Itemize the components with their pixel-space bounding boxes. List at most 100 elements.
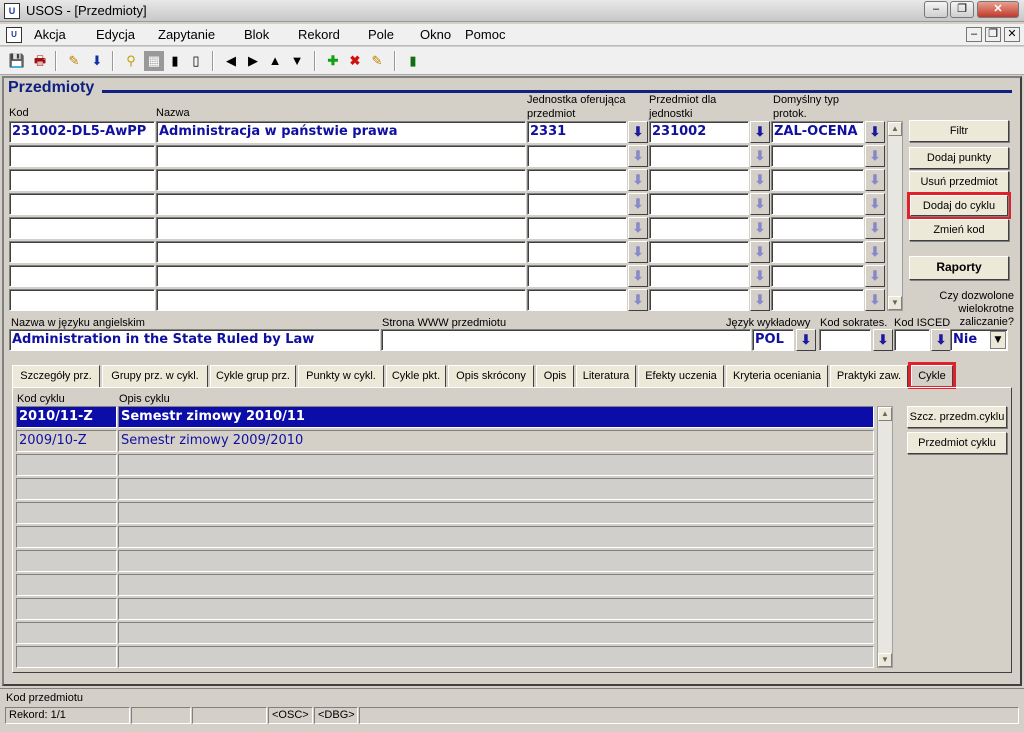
cycle-code-cell[interactable]: [16, 454, 117, 476]
cycle-code-cell[interactable]: [16, 622, 117, 644]
dodaj-do-cyklu-button[interactable]: Dodaj do cyklu: [910, 195, 1008, 216]
cycle-description-cell[interactable]: Semestr zimowy 2009/2010: [118, 430, 874, 452]
kod-field[interactable]: 231002-DL5-AwPP: [9, 121, 155, 143]
cycle-code-cell[interactable]: [16, 502, 117, 524]
block-scrollbar[interactable]: ▲ ▼: [887, 121, 903, 311]
przedmiot-dla-field[interactable]: 231002: [649, 121, 749, 143]
kod-field[interactable]: [9, 193, 155, 215]
lov-arrow-icon[interactable]: ⬇: [628, 217, 648, 239]
cycle-description-cell[interactable]: [118, 454, 874, 476]
insert-record-icon[interactable]: ✚: [323, 51, 343, 71]
cycle-description-cell[interactable]: Semestr zimowy 2010/11: [118, 406, 874, 428]
cycle-code-cell[interactable]: [16, 646, 117, 668]
strona-www-field[interactable]: [381, 329, 751, 351]
cycle-description-cell[interactable]: [118, 502, 874, 524]
tab-praktyki[interactable]: Praktyki zaw.: [830, 365, 908, 387]
jednostka-field[interactable]: [527, 217, 627, 239]
domyslny-lov-icon[interactable]: ⬇: [865, 121, 885, 143]
nazwa-ang-field[interactable]: Administration in the State Ruled by Law: [9, 329, 380, 351]
zmien-kod-button[interactable]: Zmień kod: [909, 219, 1009, 241]
lov-arrow-icon[interactable]: ⬇: [750, 265, 770, 287]
enter-query-icon[interactable]: ⚲: [121, 51, 141, 71]
menu-rekord[interactable]: Rekord: [298, 27, 340, 42]
delete-record-icon[interactable]: ✖: [345, 51, 365, 71]
cycle-description-cell[interactable]: [118, 526, 874, 548]
mdi-minimize-button[interactable]: –: [966, 27, 982, 42]
kod-field[interactable]: [9, 241, 155, 263]
tab-cykle-pkt[interactable]: Cykle pkt.: [386, 365, 446, 387]
lov-arrow-icon[interactable]: ⬇: [750, 217, 770, 239]
maximize-button[interactable]: ❐: [950, 1, 974, 18]
domyslny-field[interactable]: [771, 145, 864, 167]
cycle-code-cell[interactable]: [16, 478, 117, 500]
kod-field[interactable]: [9, 217, 155, 239]
previous-block-icon[interactable]: ▲: [265, 51, 285, 71]
przedmiot-cyklu-button[interactable]: Przedmiot cyklu: [907, 432, 1007, 454]
usun-przedmiot-button[interactable]: Usuń przedmiot: [909, 171, 1009, 193]
menu-zapytanie[interactable]: Zapytanie: [158, 27, 215, 42]
cycle-description-cell[interactable]: [118, 646, 874, 668]
menu-okno[interactable]: Okno: [420, 27, 451, 42]
lov-arrow-icon[interactable]: ⬇: [750, 169, 770, 191]
przedmiot-dla-field[interactable]: [649, 145, 749, 167]
menu-pomoc[interactable]: Pomoc: [465, 27, 505, 42]
cycle-description-cell[interactable]: [118, 622, 874, 644]
kod-field[interactable]: [9, 169, 155, 191]
sokrates-field[interactable]: [819, 329, 871, 351]
lov-arrow-icon[interactable]: ⬇: [865, 193, 885, 215]
chevron-down-icon[interactable]: ▼: [990, 331, 1006, 349]
execute-query-icon[interactable]: ▦: [144, 51, 164, 71]
domyslny-field[interactable]: [771, 289, 864, 311]
tab-punkty[interactable]: Punkty w cykl.: [298, 365, 384, 387]
lov-arrow-icon[interactable]: ⬇: [628, 241, 648, 263]
przedmiot-dla-field[interactable]: [649, 289, 749, 311]
lov-arrow-icon[interactable]: ⬇: [628, 265, 648, 287]
count-query-icon[interactable]: ▮: [165, 51, 185, 71]
domyslny-field[interactable]: [771, 241, 864, 263]
menu-edycja[interactable]: Edycja: [96, 27, 135, 42]
menu-akcja[interactable]: Akcja: [34, 27, 66, 42]
domyslny-field[interactable]: [771, 217, 864, 239]
cycle-code-cell[interactable]: [16, 550, 117, 572]
tab-grupy[interactable]: Grupy prz. w cykl.: [102, 365, 208, 387]
tab-opis-skrocony[interactable]: Opis skrócony: [448, 365, 534, 387]
print-icon[interactable]: 🖶: [30, 51, 50, 71]
tab-cykle[interactable]: Cykle: [911, 365, 953, 386]
close-button[interactable]: ✕: [977, 1, 1019, 18]
jezyk-field[interactable]: POL: [752, 329, 794, 351]
cycle-description-cell[interactable]: [118, 574, 874, 596]
nazwa-field[interactable]: [156, 193, 526, 215]
cycle-code-cell[interactable]: 2010/11-Z: [16, 406, 117, 428]
next-record-icon[interactable]: ▶: [243, 51, 263, 71]
cycle-description-cell[interactable]: [118, 550, 874, 572]
cycle-code-cell[interactable]: 2009/10-Z: [16, 430, 117, 452]
jednostka-field[interactable]: [527, 193, 627, 215]
tab-szczegoly[interactable]: Szczegóły prz.: [12, 365, 100, 387]
cycle-description-cell[interactable]: [118, 598, 874, 620]
menu-pole[interactable]: Pole: [368, 27, 394, 42]
edit-pencil-icon[interactable]: ✎: [64, 51, 84, 71]
lov-arrow-icon[interactable]: ⬇: [628, 289, 648, 311]
lov-arrow-icon[interactable]: ⬇: [628, 169, 648, 191]
scroll-down-icon[interactable]: ▼: [878, 653, 892, 667]
cycle-code-cell[interactable]: [16, 574, 117, 596]
kod-field[interactable]: [9, 289, 155, 311]
dodaj-punkty-button[interactable]: Dodaj punkty: [909, 147, 1009, 169]
isced-lov-icon[interactable]: ⬇: [931, 329, 951, 351]
save-icon[interactable]: 💾: [7, 51, 27, 71]
kod-field[interactable]: [9, 265, 155, 287]
lov-arrow-icon[interactable]: ⬇: [750, 193, 770, 215]
mdi-close-button[interactable]: ✕: [1004, 27, 1020, 42]
domyslny-field[interactable]: [771, 265, 864, 287]
sokrates-lov-icon[interactable]: ⬇: [873, 329, 893, 351]
cancel-query-icon[interactable]: ▯: [186, 51, 206, 71]
raporty-button[interactable]: Raporty: [909, 256, 1009, 280]
lov-arrow-icon[interactable]: ⬇: [628, 145, 648, 167]
scroll-up-icon[interactable]: ▲: [888, 122, 902, 136]
domyslny-field[interactable]: [771, 169, 864, 191]
menu-blok[interactable]: Blok: [244, 27, 269, 42]
jednostka-field[interactable]: [527, 145, 627, 167]
przedmiot-dla-lov-icon[interactable]: ⬇: [750, 121, 770, 143]
nazwa-field[interactable]: [156, 265, 526, 287]
lov-arrow-icon[interactable]: ⬇: [750, 289, 770, 311]
